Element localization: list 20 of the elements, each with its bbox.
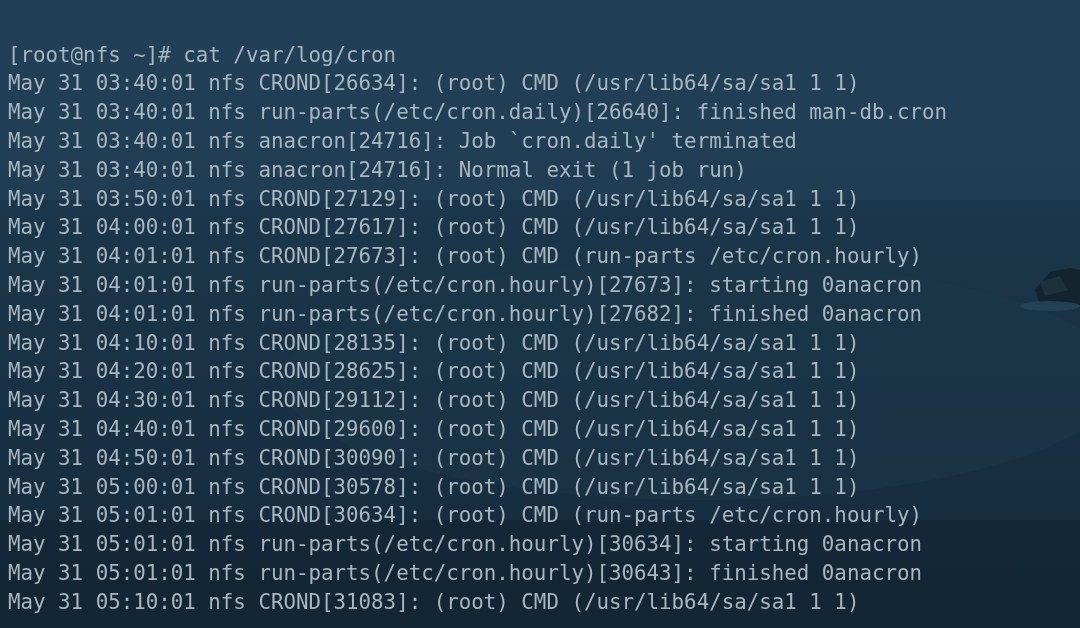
log-line: May 31 05:01:01 nfs run-parts(/etc/cron.hourly)[30643]: finished 0anacron bbox=[8, 559, 923, 587]
log-line: May 31 05:10:01 nfs CROND[31083]: (root) CMD (/usr/lib64/sa/sa1 1 1) bbox=[8, 588, 860, 616]
log-line: May 31 04:00:01 nfs CROND[27617]: (root) CMD (/usr/lib64/sa/sa1 1 1) bbox=[8, 214, 860, 242]
log-line: May 31 04:01:01 nfs run-parts(/etc/cron.hourly)[27682]: finished 0anacron bbox=[8, 300, 923, 328]
log-line: May 31 04:01:01 nfs CROND[27673]: (root) CMD (run-parts /etc/cron.hourly) bbox=[8, 243, 923, 271]
log-line: May 31 04:40:01 nfs CROND[29600]: (root) CMD (/usr/lib64/sa/sa1 1 1) bbox=[8, 415, 860, 443]
log-line: May 31 04:01:01 nfs run-parts(/etc/cron.hourly)[27673]: starting 0anacron bbox=[8, 271, 923, 299]
log-line: May 31 04:10:01 nfs CROND[28135]: (root) CMD (/usr/lib64/sa/sa1 1 1) bbox=[8, 329, 860, 357]
command-prompt: [root@nfs ~]# cat /var/log/cron bbox=[8, 41, 397, 69]
log-line: May 31 04:50:01 nfs CROND[30090]: (root) CMD (/usr/lib64/sa/sa1 1 1) bbox=[8, 444, 860, 472]
log-line: May 31 03:40:01 nfs CROND[26634]: (root) CMD (/usr/lib64/sa/sa1 1 1) bbox=[8, 70, 860, 98]
log-line: May 31 03:40:01 nfs anacron[24716]: Job `cron.daily' terminated bbox=[8, 128, 797, 155]
log-line: May 31 03:40:01 nfs run-parts(/etc/cron.daily)[26640]: finished man-db.cron bbox=[8, 99, 948, 127]
log-line: May 31 03:40:01 nfs anacron[24716]: Normal exit (1 job run) bbox=[8, 156, 747, 184]
log-line: May 31 04:30:01 nfs CROND[29112]: (root) CMD (/usr/lib64/sa/sa1 1 1) bbox=[8, 387, 860, 415]
log-line: May 31 05:01:01 nfs run-parts(/etc/cron.hourly)[30634]: starting 0anacron bbox=[8, 531, 923, 559]
log-line: May 31 05:00:01 nfs CROND[30578]: (root) CMD (/usr/lib64/sa/sa1 1 1) bbox=[8, 473, 860, 501]
log-line: May 31 04:20:01 nfs CROND[28625]: (root) CMD (/usr/lib64/sa/sa1 1 1) bbox=[8, 358, 860, 386]
log-line: May 31 05:01:01 nfs CROND[30634]: (root) CMD (run-parts /etc/cron.hourly) bbox=[8, 502, 923, 530]
log-line: May 31 03:50:01 nfs CROND[27129]: (root) CMD (/usr/lib64/sa/sa1 1 1) bbox=[8, 185, 860, 213]
